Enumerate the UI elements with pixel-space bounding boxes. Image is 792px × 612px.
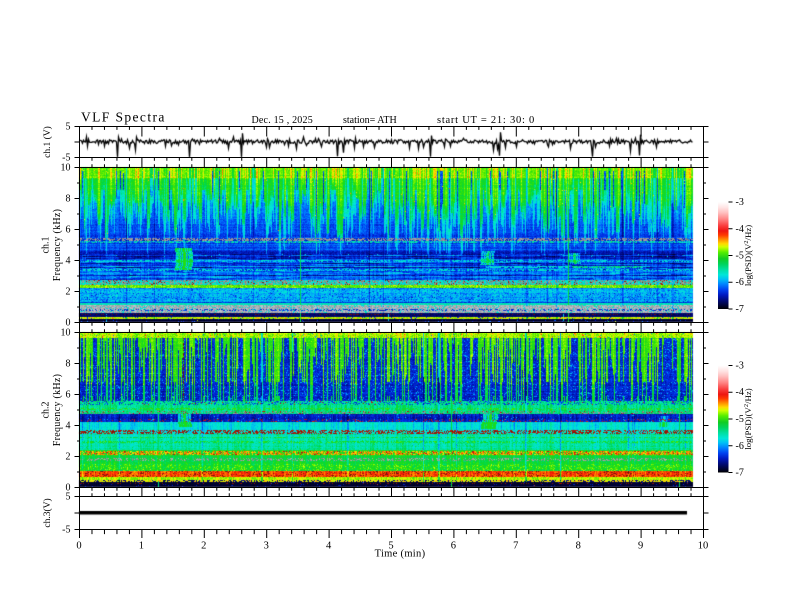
svg-text:-5: -5 [62,525,70,536]
svg-text:Time (min): Time (min) [375,549,426,560]
svg-text:2: 2 [66,451,71,462]
svg-text:3: 3 [264,541,269,552]
svg-text:7: 7 [513,541,518,552]
svg-text:8: 8 [576,541,581,552]
svg-text:Frequency (kHz): Frequency (kHz) [52,209,63,282]
svg-text:9: 9 [638,541,643,552]
svg-text:log(PSD)(V2/Hz): log(PSD)(V2/Hz) [743,388,753,449]
svg-text:ch.2: ch.2 [41,402,52,419]
svg-text:5: 5 [66,122,71,133]
svg-text:-7: -7 [736,304,744,315]
svg-text:-3: -3 [736,361,744,372]
svg-text:6: 6 [66,224,71,235]
svg-text:4: 4 [66,255,71,266]
svg-text:6: 6 [451,541,456,552]
svg-text:10: 10 [61,327,71,338]
svg-text:start UT = 21: 30: 0: start UT = 21: 30: 0 [437,115,535,126]
svg-text:6: 6 [66,389,71,400]
svg-text:0: 0 [66,482,71,493]
svg-text:Dec. 15 , 2025: Dec. 15 , 2025 [252,115,313,126]
svg-text:8: 8 [66,358,71,369]
svg-text:4: 4 [326,541,332,552]
svg-text:1: 1 [139,541,144,552]
svg-text:-7: -7 [736,468,744,479]
svg-text:10: 10 [698,541,709,552]
svg-text:8: 8 [66,193,71,204]
svg-text:2: 2 [201,541,206,552]
svg-text:4: 4 [66,420,71,431]
svg-text:10: 10 [61,162,71,173]
svg-text:ch.1: ch.1 [41,237,52,254]
svg-text:ch.1 (V): ch.1 (V) [42,126,53,158]
svg-text:VLF Spectra: VLF Spectra [81,110,166,125]
svg-text:ch.3(V): ch.3(V) [42,498,53,527]
svg-text:0: 0 [76,541,81,552]
svg-text:2: 2 [66,286,71,297]
svg-text:-3: -3 [736,197,744,208]
svg-text:log(PSD)(V2/Hz): log(PSD)(V2/Hz) [743,225,753,286]
svg-text:Frequency (kHz): Frequency (kHz) [52,374,63,447]
svg-text:station= ATH: station= ATH [343,115,397,126]
